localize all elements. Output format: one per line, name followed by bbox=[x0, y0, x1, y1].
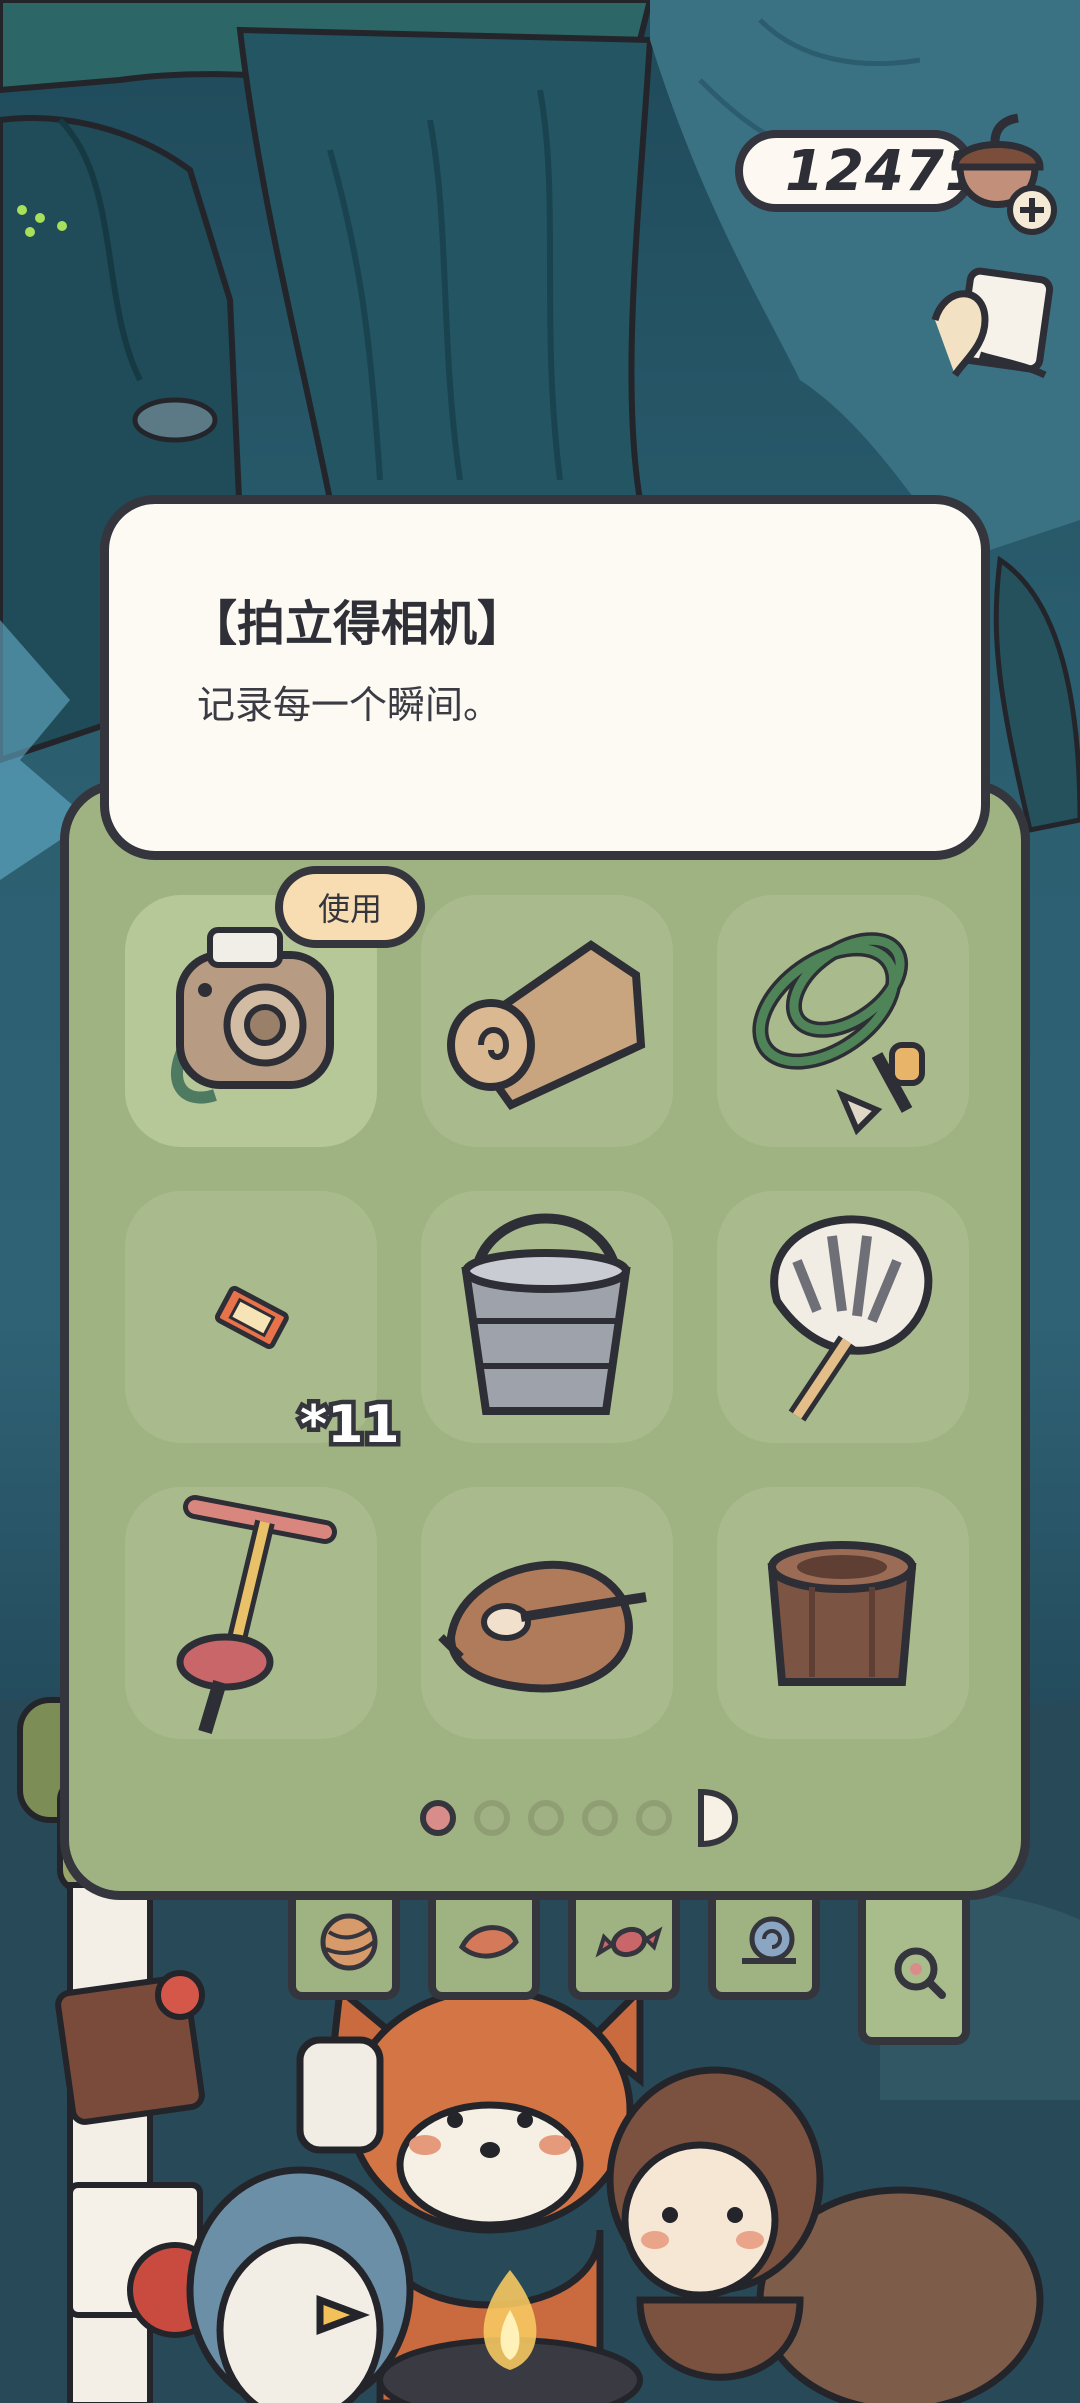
roast-chicken-icon bbox=[438, 1560, 647, 1693]
page-dot-5[interactable] bbox=[636, 1800, 672, 1836]
page-dot-3[interactable] bbox=[528, 1800, 564, 1836]
tab-magnifier[interactable] bbox=[858, 1895, 970, 2045]
candy-icon bbox=[595, 1926, 663, 1958]
inventory-slot-wooden-bucket[interactable] bbox=[717, 1487, 969, 1739]
tab-candy[interactable] bbox=[568, 1895, 680, 2000]
leaf-icon bbox=[458, 1925, 519, 1959]
magnifier-icon bbox=[894, 1947, 946, 1999]
snail-icon bbox=[742, 1916, 796, 1964]
hand-fan-icon bbox=[770, 1215, 933, 1422]
inventory-slot-mat[interactable] bbox=[421, 895, 673, 1147]
tab-snail[interactable] bbox=[708, 1895, 820, 2000]
next-page-arrow-icon[interactable] bbox=[695, 1786, 739, 1850]
item-description-card: 【拍立得相机】 记录每一个瞬间。 bbox=[100, 495, 990, 860]
inventory-slot-fan[interactable] bbox=[717, 1191, 969, 1443]
item-description: 记录每一个瞬间。 bbox=[197, 683, 502, 727]
metal-bucket-icon bbox=[461, 1213, 631, 1415]
bulletin-board-icon[interactable] bbox=[925, 265, 1060, 395]
acorn-add-icon[interactable] bbox=[940, 112, 1060, 242]
page-dot-2[interactable] bbox=[474, 1800, 510, 1836]
currency-counter: 12471 bbox=[735, 130, 984, 212]
inventory-panel bbox=[60, 780, 1030, 1900]
inventory-slot-chicken[interactable] bbox=[421, 1487, 673, 1739]
page-dot-1[interactable] bbox=[420, 1800, 456, 1836]
tab-leaf[interactable] bbox=[428, 1895, 540, 2000]
inventory-slot-rope[interactable] bbox=[717, 895, 969, 1147]
rolled-mat-icon bbox=[447, 940, 646, 1111]
yarn-ball-icon bbox=[320, 1913, 378, 1971]
wooden-bucket-icon bbox=[767, 1541, 917, 1686]
tab-yarn[interactable] bbox=[288, 1895, 400, 2000]
rope-coil-icon bbox=[752, 932, 925, 1136]
item-count: *11 bbox=[296, 1391, 405, 1460]
hand-pump-icon bbox=[176, 1495, 337, 1735]
page-dot-4[interactable] bbox=[582, 1800, 618, 1836]
item-title: 【拍立得相机】 bbox=[189, 596, 526, 652]
inventory-slot-bucket[interactable] bbox=[421, 1191, 673, 1443]
use-button[interactable]: 使用 bbox=[275, 866, 425, 948]
inventory-slot-pump[interactable] bbox=[125, 1487, 377, 1739]
